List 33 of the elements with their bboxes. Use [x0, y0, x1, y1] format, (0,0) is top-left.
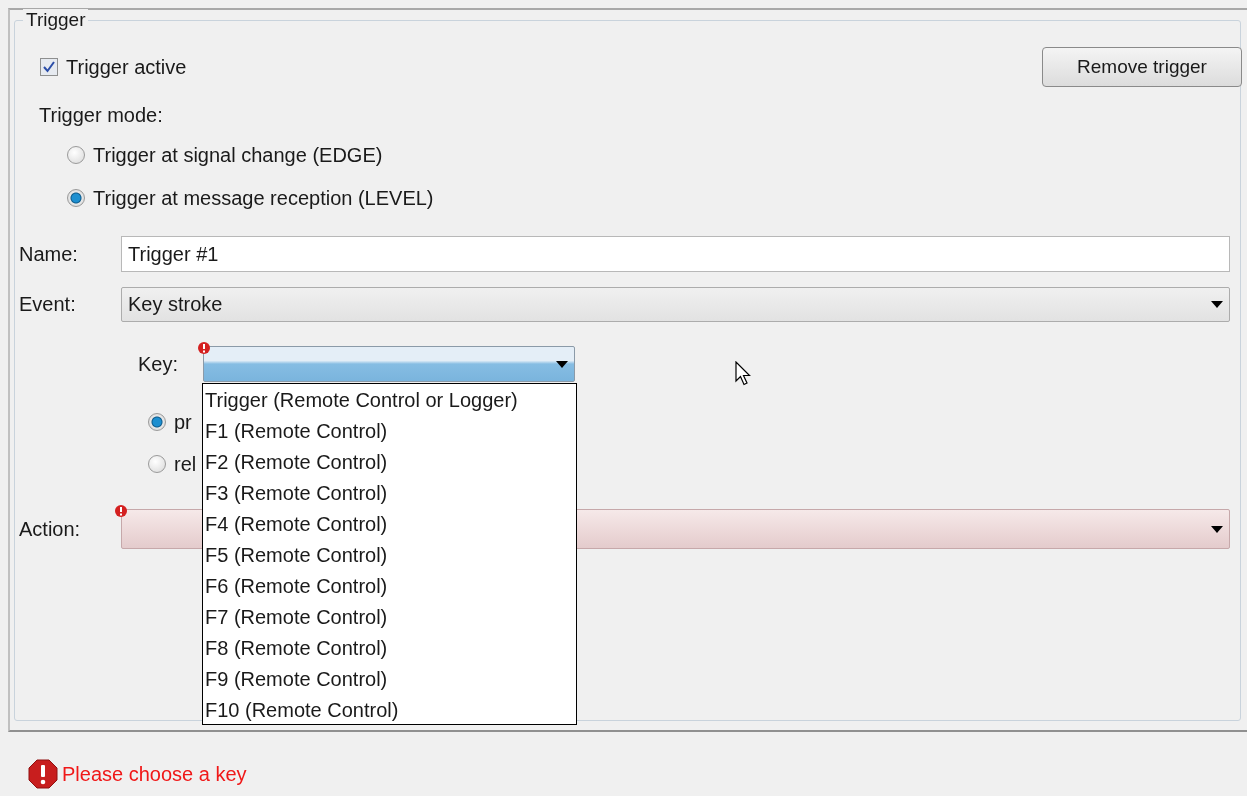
caret-icon [1211, 301, 1223, 308]
group-title: Trigger [23, 9, 89, 31]
error-icon [28, 759, 58, 789]
caret-icon [556, 360, 568, 368]
name-label: Name: [19, 242, 79, 266]
key-option[interactable]: F7 (Remote Control) [203, 602, 576, 633]
key-state-radio-button[interactable]: rel [148, 450, 197, 478]
event-dropdown[interactable]: Key stroke [121, 287, 1230, 322]
key-label: Key: [138, 352, 180, 376]
event-label: Event: [19, 293, 77, 316]
key-option[interactable]: F2 (Remote Control) [203, 447, 576, 478]
key-option[interactable]: F9 (Remote Control) [203, 664, 576, 695]
mode-radio-button[interactable]: Trigger at signal change (EDGE) [67, 141, 383, 169]
key-state-radio-button[interactable]: pr [148, 408, 192, 436]
key-option[interactable]: F8 (Remote Control) [203, 633, 576, 664]
mouse-pointer-icon [735, 361, 751, 387]
key-option[interactable]: F5 (Remote Control) [203, 540, 576, 571]
remove-trigger-button[interactable]: Remove trigger [1042, 47, 1242, 87]
name-input-field[interactable]: Trigger #1 [121, 236, 1230, 272]
key-option[interactable]: F3 (Remote Control) [203, 478, 576, 509]
key-option[interactable]: F1 (Remote Control) [203, 416, 576, 447]
key-option[interactable]: F6 (Remote Control) [203, 571, 576, 602]
trigger-active-checkbox[interactable]: Trigger active [40, 52, 187, 82]
key-dropdown[interactable] [203, 346, 575, 382]
caret-icon [1211, 525, 1223, 533]
key-option[interactable]: F4 (Remote Control) [203, 509, 576, 540]
key-option[interactable]: Trigger (Remote Control or Logger) [203, 385, 576, 416]
error-message: Please choose a key [62, 762, 247, 786]
error-icon [115, 505, 127, 517]
action-label: Action: [19, 517, 82, 541]
mode-radio-button[interactable]: Trigger at message reception (LEVEL) [67, 184, 434, 212]
key-option[interactable]: F10 (Remote Control) [203, 695, 576, 726]
trigger-mode-label: Trigger mode: [39, 103, 164, 128]
